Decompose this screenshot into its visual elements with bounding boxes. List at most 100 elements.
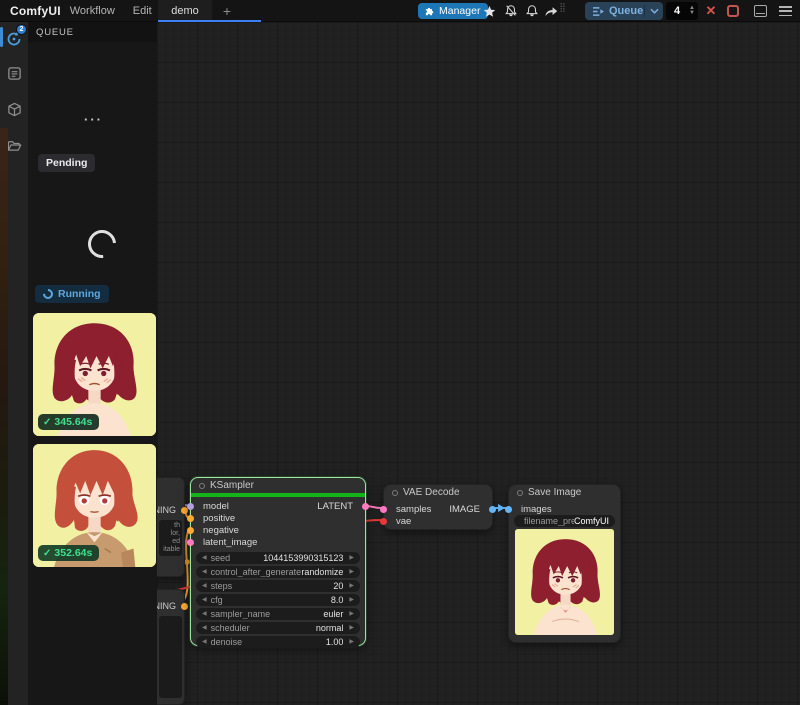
check-icon: ✓ bbox=[43, 548, 51, 559]
prompt-line: th bbox=[161, 522, 180, 530]
widget-scheduler[interactable]: ◀ scheduler normal ▶ bbox=[196, 622, 360, 634]
decrement-arrow-icon[interactable]: ◀ bbox=[202, 568, 207, 575]
decrement-arrow-icon[interactable]: ◀ bbox=[202, 582, 207, 589]
widget-filename-prefix[interactable]: filename_prefix ComfyUI bbox=[514, 515, 615, 527]
increment-arrow-icon[interactable]: ▶ bbox=[349, 610, 354, 617]
active-tab-underline bbox=[158, 20, 261, 22]
sidebar-item-node-library[interactable] bbox=[0, 60, 28, 86]
conditioning-slot-dot[interactable] bbox=[181, 603, 188, 610]
share-arrow-icon[interactable] bbox=[543, 3, 559, 19]
widget-name: scheduler bbox=[211, 623, 316, 633]
generated-image-preview[interactable] bbox=[515, 529, 614, 635]
slot-label: IMAGE bbox=[449, 504, 480, 515]
widget-name: cfg bbox=[211, 595, 331, 605]
batch-count-stepper[interactable]: 4 ▲▼ bbox=[666, 2, 698, 20]
widget-control-after-generate[interactable]: ◀ control_after_generate randomize ▶ bbox=[196, 566, 360, 578]
sidebar-item-queue[interactable]: 2 bbox=[0, 26, 28, 52]
save-image-node[interactable]: Save Image images filename_prefix ComfyU… bbox=[508, 484, 621, 643]
vae-slot-dot[interactable] bbox=[380, 518, 387, 525]
widget-name: seed bbox=[211, 553, 264, 563]
slot-label: samples bbox=[396, 504, 431, 515]
prompt-textarea[interactable] bbox=[159, 616, 182, 698]
node-title: KSampler bbox=[210, 480, 254, 491]
queue-result-thumbnail[interactable]: ✓ 345.64s bbox=[33, 313, 156, 436]
model-slot-dot[interactable] bbox=[187, 503, 194, 510]
duration-badge: ✓ 345.64s bbox=[38, 414, 99, 430]
widget-name: steps bbox=[211, 581, 334, 591]
slot-label: latent_image bbox=[203, 537, 257, 548]
queue-panel-header: QUEUE bbox=[28, 22, 157, 42]
bell-slash-icon[interactable] bbox=[503, 3, 519, 19]
widget-value: ComfyUI bbox=[574, 516, 609, 526]
manager-button[interactable]: Manager bbox=[418, 3, 488, 19]
increment-arrow-icon[interactable]: ▶ bbox=[349, 638, 354, 645]
collapse-toggle[interactable] bbox=[517, 490, 523, 496]
widget-value: randomize bbox=[301, 567, 343, 577]
workflow-tab-demo[interactable]: demo bbox=[158, 0, 212, 22]
anime-portrait-red-hair bbox=[515, 529, 614, 635]
increment-arrow-icon[interactable]: ▶ bbox=[349, 596, 354, 603]
increment-arrow-icon[interactable]: ▶ bbox=[349, 568, 354, 575]
vae-decode-node[interactable]: VAE Decode samples IMAGE vae bbox=[383, 484, 493, 530]
widget-cfg[interactable]: ◀ cfg 8.0 ▶ bbox=[196, 594, 360, 606]
ksampler-header[interactable]: KSampler bbox=[191, 478, 365, 493]
chevron-down-icon[interactable] bbox=[645, 8, 663, 14]
queue-run-button[interactable]: Queue bbox=[585, 2, 663, 20]
comfyui-logo[interactable]: ComfyUI bbox=[10, 4, 61, 18]
queue-result-thumbnail[interactable]: ✓ 352.64s bbox=[33, 444, 156, 567]
latent-image-slot-dot[interactable] bbox=[187, 539, 194, 546]
widget-seed[interactable]: ◀ seed 1044153990315123 ▶ bbox=[196, 552, 360, 564]
decrement-arrow-icon[interactable]: ◀ bbox=[202, 624, 207, 631]
samples-slot-dot[interactable] bbox=[380, 506, 387, 513]
menu-edit[interactable]: Edit bbox=[124, 5, 161, 17]
widget-sampler-name[interactable]: ◀ sampler_name euler ▶ bbox=[196, 608, 360, 620]
pending-label: Pending bbox=[46, 157, 87, 169]
sidebar-item-model-library[interactable] bbox=[0, 96, 28, 122]
collapse-toggle[interactable] bbox=[199, 483, 205, 489]
new-workflow-button[interactable]: + bbox=[218, 1, 236, 21]
duration-value: 345.64s bbox=[54, 416, 92, 428]
decrement-arrow-icon[interactable]: ◀ bbox=[202, 554, 207, 561]
step-down-icon[interactable]: ▼ bbox=[689, 11, 695, 16]
prompt-textarea[interactable]: th lor, ed itable bbox=[159, 520, 182, 556]
stepper-arrows[interactable]: ▲▼ bbox=[689, 6, 695, 16]
node-title: Save Image bbox=[528, 487, 581, 498]
menu-workflow[interactable]: Workflow bbox=[61, 5, 124, 17]
ksampler-node[interactable]: KSampler model LATENT positive negative … bbox=[190, 477, 366, 646]
collapse-toggle[interactable] bbox=[392, 490, 398, 496]
toggle-bottom-panel-icon[interactable] bbox=[754, 5, 767, 17]
widget-value: 8.0 bbox=[331, 595, 344, 605]
queue-overflow-menu[interactable]: ··· bbox=[84, 112, 103, 127]
widget-steps[interactable]: ◀ steps 20 ▶ bbox=[196, 580, 360, 592]
latent-output-dot[interactable] bbox=[362, 503, 369, 510]
drag-handle-icon[interactable]: ⣿ bbox=[558, 4, 568, 11]
decrement-arrow-icon[interactable]: ◀ bbox=[202, 596, 207, 603]
duration-value: 352.64s bbox=[54, 547, 92, 559]
queue-label: Queue bbox=[609, 5, 643, 17]
input-images: images bbox=[509, 503, 620, 515]
input-model: model LATENT bbox=[191, 501, 365, 513]
image-output-dot[interactable] bbox=[489, 506, 496, 513]
bell-icon[interactable] bbox=[524, 3, 540, 19]
save-image-header[interactable]: Save Image bbox=[509, 485, 620, 500]
cancel-run-button[interactable]: ✕ bbox=[704, 4, 718, 18]
images-slot-dot[interactable] bbox=[505, 506, 512, 513]
stop-button[interactable] bbox=[727, 5, 739, 17]
vae-decode-header[interactable]: VAE Decode bbox=[384, 485, 492, 500]
decrement-arrow-icon[interactable]: ◀ bbox=[202, 638, 207, 645]
increment-arrow-icon[interactable]: ▶ bbox=[349, 554, 354, 561]
star-icon[interactable] bbox=[481, 3, 497, 19]
positive-slot-dot[interactable] bbox=[187, 515, 194, 522]
negative-slot-dot[interactable] bbox=[187, 527, 194, 534]
slot-label: vae bbox=[396, 516, 411, 527]
decrement-arrow-icon[interactable]: ◀ bbox=[202, 610, 207, 617]
slot-label: positive bbox=[203, 513, 235, 524]
puzzle-icon bbox=[424, 6, 435, 17]
increment-arrow-icon[interactable]: ▶ bbox=[349, 624, 354, 631]
increment-arrow-icon[interactable]: ▶ bbox=[349, 582, 354, 589]
hamburger-menu-icon[interactable] bbox=[779, 5, 792, 17]
widget-value: euler bbox=[323, 609, 343, 619]
desktop-wallpaper-strip bbox=[0, 128, 8, 705]
check-icon: ✓ bbox=[43, 417, 51, 428]
widget-denoise[interactable]: ◀ denoise 1.00 ▶ bbox=[196, 636, 360, 648]
